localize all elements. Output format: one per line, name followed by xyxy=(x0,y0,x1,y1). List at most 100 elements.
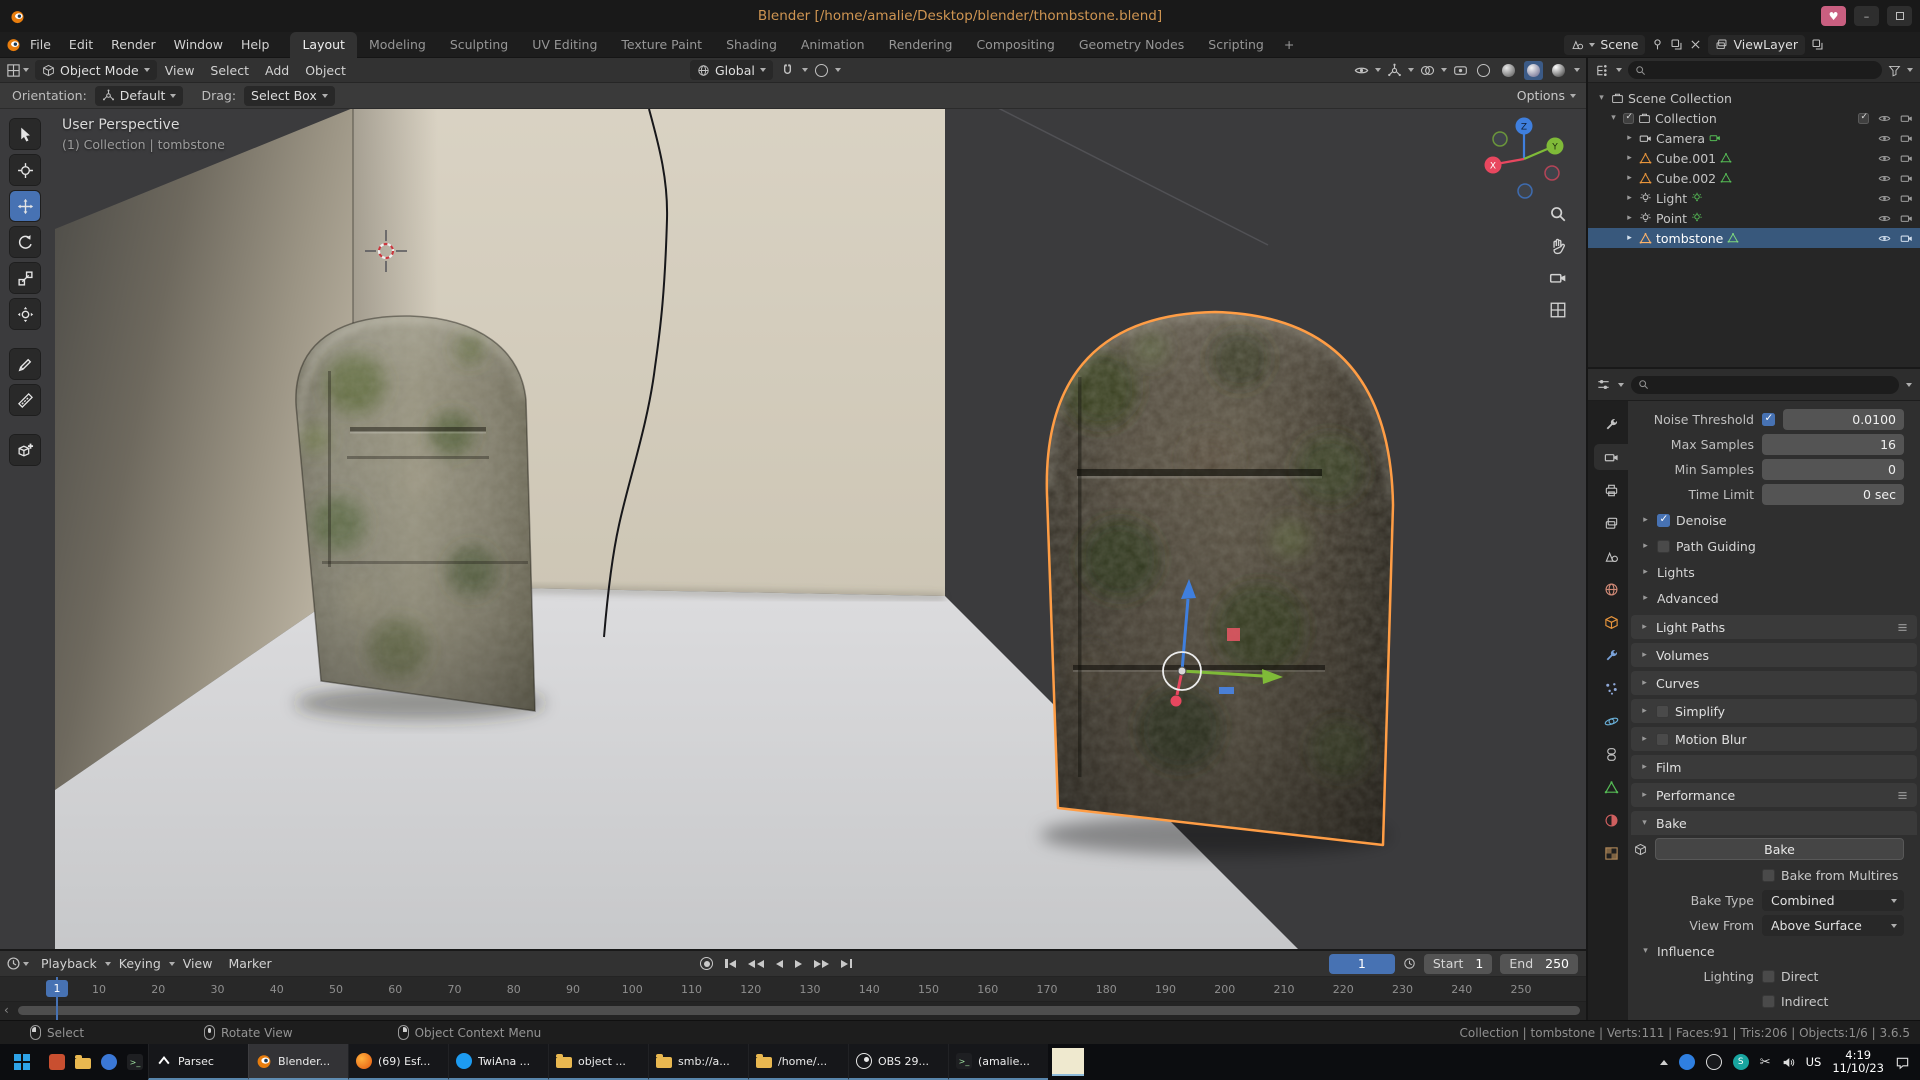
menu-select[interactable]: Select xyxy=(202,58,257,83)
hide-eye-icon[interactable] xyxy=(1878,232,1891,245)
menu-help[interactable]: Help xyxy=(232,32,279,58)
section-denoise[interactable]: ▸ Denoise xyxy=(1628,507,1920,533)
tab-particle-properties[interactable] xyxy=(1594,675,1628,701)
tab-modeling[interactable]: Modeling xyxy=(357,32,438,58)
untitled-window-swatch[interactable] xyxy=(1052,1048,1084,1076)
tab-render-properties[interactable] xyxy=(1594,444,1628,470)
outliner-row-tombstone[interactable]: ▸ tombstone xyxy=(1588,228,1920,248)
path-guiding-checkbox[interactable] xyxy=(1657,540,1670,553)
tab-object-data-properties[interactable] xyxy=(1594,774,1628,800)
tab-world-properties[interactable] xyxy=(1594,576,1628,602)
tab-output-properties[interactable] xyxy=(1594,477,1628,503)
expand-icon[interactable]: ▸ xyxy=(1624,153,1635,163)
panel-motion-blur[interactable]: ▸ Motion Blur xyxy=(1631,727,1917,751)
tab-uv-editing[interactable]: UV Editing xyxy=(520,32,609,58)
tray-scissors-icon[interactable]: ✂ xyxy=(1760,1055,1771,1070)
timeline-editor-icon[interactable] xyxy=(6,956,21,971)
menu-object[interactable]: Object xyxy=(297,58,354,83)
window-minimize-button[interactable]: – xyxy=(1854,6,1879,26)
max-samples-value[interactable]: 16 xyxy=(1762,434,1904,455)
hide-eye-icon[interactable] xyxy=(1878,212,1891,225)
taskbar-app-blender[interactable]: Blender... xyxy=(248,1044,348,1080)
expand-icon[interactable]: ▸ xyxy=(1624,233,1635,243)
viewport-3d[interactable]: User Perspective (1) Collection | tombst… xyxy=(0,109,1586,949)
notification-center-icon[interactable] xyxy=(1895,1055,1910,1070)
window-maximize-button[interactable] xyxy=(1887,6,1912,26)
start-button[interactable] xyxy=(0,1044,44,1080)
menu-view[interactable]: View xyxy=(157,58,203,83)
outliner-editor-icon[interactable] xyxy=(1595,63,1610,78)
filter-icon[interactable] xyxy=(1888,64,1901,77)
tool-scale[interactable] xyxy=(10,263,40,293)
snap-options-chevron-icon[interactable] xyxy=(802,68,808,72)
unlink-scene-icon[interactable] xyxy=(1689,38,1702,51)
panel-film[interactable]: ▸ Film xyxy=(1631,755,1917,779)
tab-compositing[interactable]: Compositing xyxy=(964,32,1066,58)
preset-menu-icon[interactable] xyxy=(1896,789,1909,802)
section-lights[interactable]: ▸ Lights xyxy=(1628,559,1920,585)
auto-key-record-icon[interactable] xyxy=(700,957,713,970)
hide-eye-icon[interactable] xyxy=(1878,192,1891,205)
tray-blue-app-icon[interactable] xyxy=(1679,1054,1695,1070)
mode-dropdown[interactable]: Object Mode xyxy=(35,60,157,80)
outliner-row-scene-collection[interactable]: ▾ Scene Collection xyxy=(1588,88,1920,108)
bake-from-multires[interactable]: Bake from Multires xyxy=(1762,868,1898,883)
zoom-icon[interactable] xyxy=(1549,205,1567,223)
render-visibility-icon[interactable] xyxy=(1900,192,1913,205)
expand-icon[interactable]: ▾ xyxy=(1608,113,1619,123)
chevron-down-icon[interactable] xyxy=(23,68,29,72)
outliner-row-point[interactable]: ▸ Point xyxy=(1588,208,1920,228)
expand-icon[interactable]: ▾ xyxy=(1596,93,1607,103)
render-visibility-icon[interactable] xyxy=(1900,112,1913,125)
proportional-editing-icon[interactable] xyxy=(815,64,828,77)
render-visibility-icon[interactable] xyxy=(1900,132,1913,145)
taskbar-app-home-folder[interactable]: /home/... xyxy=(748,1044,848,1080)
pan-hand-icon[interactable] xyxy=(1549,237,1567,255)
view-from-dropdown[interactable]: Above Surface xyxy=(1762,915,1904,936)
preset-menu-icon[interactable] xyxy=(1896,621,1909,634)
tab-physics-properties[interactable] xyxy=(1594,708,1628,734)
object-visibility-icon[interactable] xyxy=(1354,63,1369,78)
playhead-frame-badge[interactable]: 1 xyxy=(46,980,68,997)
next-keyframe-button[interactable] xyxy=(814,960,830,968)
tab-scripting[interactable]: Scripting xyxy=(1196,32,1276,58)
window-control-heart[interactable]: ♥ xyxy=(1821,6,1846,26)
render-visibility-icon[interactable] xyxy=(1900,212,1913,225)
indirect-checkbox[interactable] xyxy=(1762,995,1775,1008)
shading-wireframe[interactable] xyxy=(1474,61,1493,80)
tab-geometry-nodes[interactable]: Geometry Nodes xyxy=(1067,32,1196,58)
section-path-guiding[interactable]: ▸ Path Guiding xyxy=(1628,533,1920,559)
tab-layout[interactable]: Layout xyxy=(290,32,357,58)
tool-move[interactable] xyxy=(10,191,40,221)
shading-material-preview[interactable] xyxy=(1524,61,1543,80)
show-gizmo-icon[interactable] xyxy=(1387,63,1402,78)
outliner-search[interactable] xyxy=(1628,61,1882,79)
chevron-down-icon[interactable] xyxy=(23,962,29,966)
outliner-row-camera[interactable]: ▸ Camera xyxy=(1588,128,1920,148)
transform-orientation-dropdown[interactable]: Global xyxy=(690,60,773,80)
chevron-down-icon[interactable] xyxy=(1616,68,1622,72)
render-visibility-icon[interactable] xyxy=(1900,152,1913,165)
expand-icon[interactable]: ▸ xyxy=(1624,213,1635,223)
axis-x-label[interactable]: X xyxy=(1490,162,1496,172)
tray-expand-icon[interactable] xyxy=(1660,1060,1668,1065)
taskbar-app-object-folder[interactable]: object ... xyxy=(548,1044,648,1080)
tab-tool-properties[interactable] xyxy=(1594,411,1628,437)
region-toggle-icon[interactable]: ‹ xyxy=(4,1003,9,1017)
play-reverse-button[interactable] xyxy=(776,960,783,968)
taskbar-app-browser[interactable]: (69) Esf... xyxy=(348,1044,448,1080)
min-samples-value[interactable]: 0 xyxy=(1762,459,1904,480)
taskbar-app-smb-folder[interactable]: smb://a... xyxy=(648,1044,748,1080)
render-visibility-icon[interactable] xyxy=(1900,232,1913,245)
expand-icon[interactable]: ▸ xyxy=(1624,133,1635,143)
axis-z-label[interactable]: Z xyxy=(1521,123,1527,133)
section-advanced[interactable]: ▸ Advanced xyxy=(1628,585,1920,611)
timeline-scrollbar[interactable]: ‹ xyxy=(0,1002,1586,1020)
panel-volumes[interactable]: ▸ Volumes xyxy=(1631,643,1917,667)
panel-curves[interactable]: ▸ Curves xyxy=(1631,671,1917,695)
bake-button[interactable]: Bake xyxy=(1655,838,1904,860)
pinned-app-icon[interactable] xyxy=(70,1044,96,1080)
viewlayer-selector[interactable]: ViewLayer xyxy=(1708,35,1805,55)
frame-start-field[interactable]: Start 1 xyxy=(1424,954,1493,974)
camera-view-icon[interactable] xyxy=(1549,269,1567,287)
